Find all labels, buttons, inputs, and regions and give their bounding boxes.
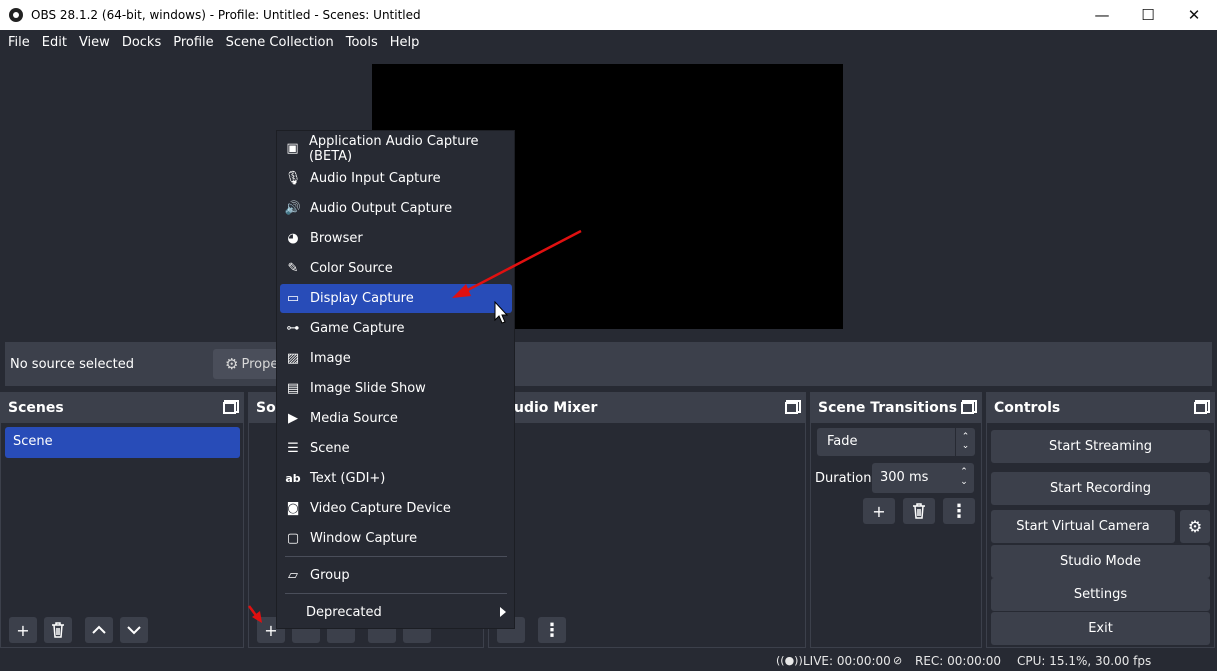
annotation-arrow [452, 229, 582, 298]
mouse-cursor-icon [494, 300, 509, 324]
annotation-overlay [248, 229, 582, 623]
annotation-arrow-small [248, 605, 262, 623]
